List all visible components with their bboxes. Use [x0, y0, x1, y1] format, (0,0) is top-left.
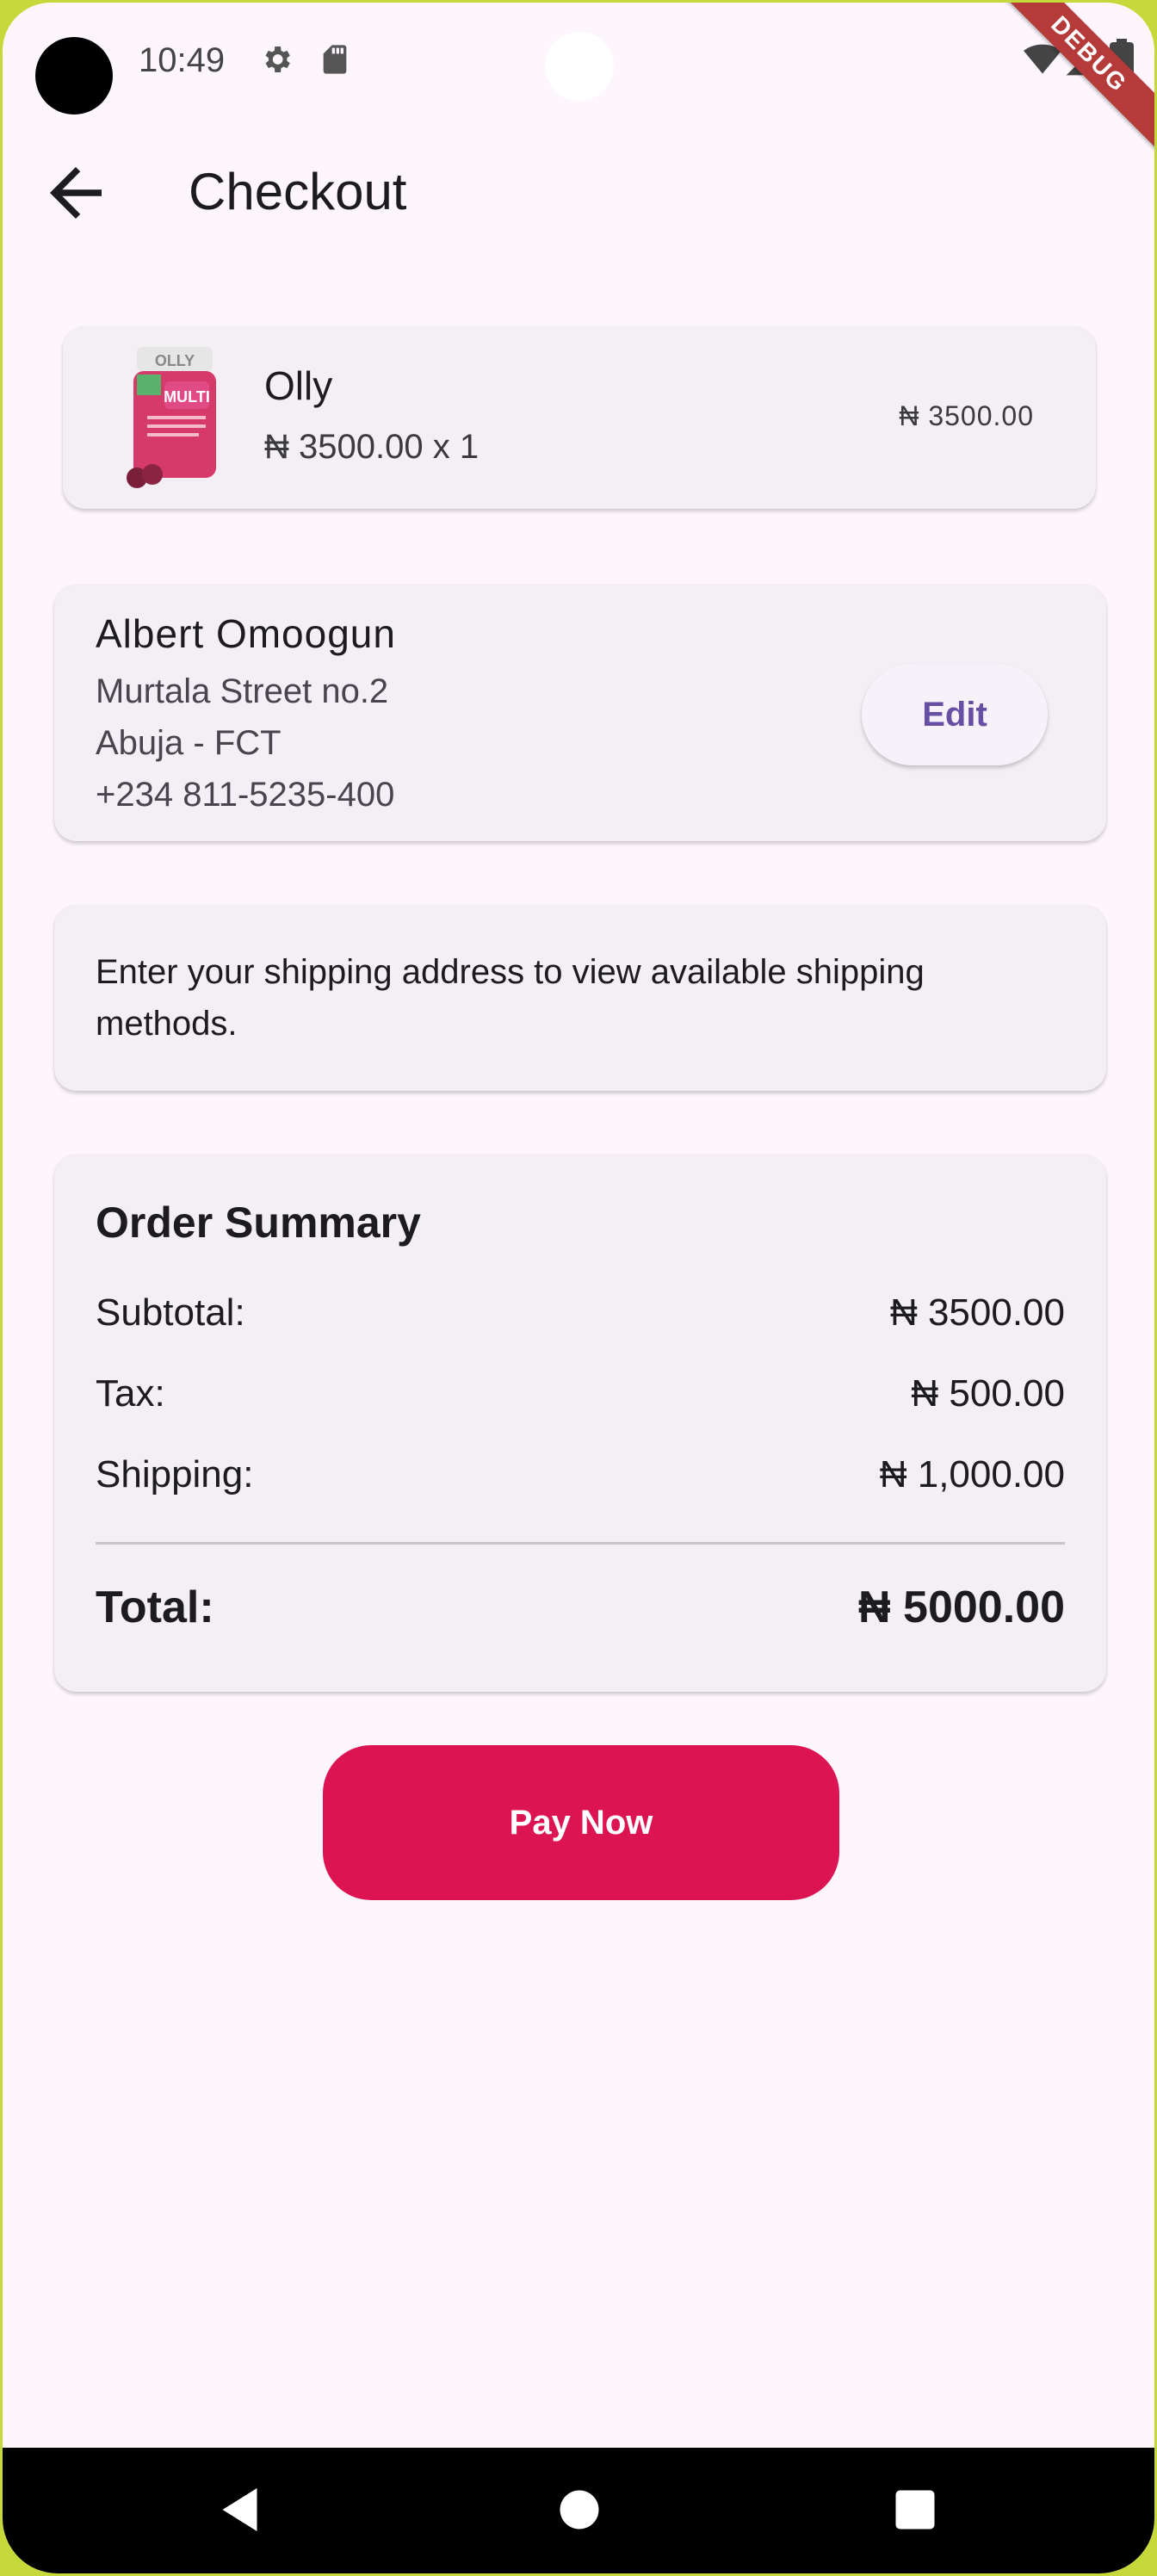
debug-banner: DEBUG: [984, 3, 1154, 159]
subtotal-value: ₦ 3500.00: [889, 1291, 1065, 1334]
address-name: Albert Omoogun: [96, 611, 396, 656]
shipping-row: Shipping: ₦ 1,000.00: [96, 1449, 1065, 1501]
status-time: 10:49: [139, 41, 226, 79]
front-sensor: [545, 32, 614, 101]
edit-address-button[interactable]: Edit: [862, 664, 1048, 765]
total-value: ₦ 5000.00: [858, 1582, 1065, 1632]
tax-value: ₦ 500.00: [911, 1372, 1065, 1415]
phone-screen: 10:49 DEBUG Checkout OLLY MULTI Olly ₦ 3…: [3, 3, 1154, 2573]
product-price-quantity: ₦ 3500.00 x 1: [264, 428, 480, 466]
total-row: Total: ₦ 5000.00: [96, 1582, 1065, 1633]
nav-home-icon[interactable]: [554, 2484, 605, 2536]
nav-recents-icon[interactable]: [889, 2484, 941, 2536]
shipping-methods-message: Enter your shipping address to view avai…: [96, 953, 925, 1043]
shipping-label: Shipping:: [96, 1453, 254, 1495]
cart-item-card[interactable]: OLLY MULTI Olly ₦ 3500.00 x 1 ₦ 3500.00: [63, 326, 1096, 509]
total-label: Total:: [96, 1582, 214, 1632]
sd-card-icon: [323, 45, 347, 74]
subtotal-label: Subtotal:: [96, 1291, 245, 1334]
order-summary-card: Order Summary Subtotal: ₦ 3500.00 Tax: ₦…: [54, 1155, 1106, 1692]
subtotal-row: Subtotal: ₦ 3500.00: [96, 1287, 1065, 1339]
nav-back-icon[interactable]: [216, 2484, 268, 2536]
shipping-address-card: Albert Omoogun Murtala Street no.2 Abuja…: [54, 585, 1106, 841]
svg-text:MULTI: MULTI: [164, 388, 210, 406]
tax-label: Tax:: [96, 1372, 165, 1415]
order-summary-title: Order Summary: [96, 1198, 421, 1247]
product-name: Olly: [264, 363, 333, 408]
address-phone: +234 811-5235-400: [96, 776, 395, 814]
camera-cutout: [35, 37, 113, 115]
settings-icon: [265, 46, 290, 72]
product-image: OLLY MULTI: [127, 347, 216, 488]
svg-text:OLLY: OLLY: [155, 352, 195, 369]
product-line-total: ₦ 3500.00: [899, 400, 1034, 431]
address-street: Murtala Street no.2: [96, 672, 389, 710]
pay-now-button[interactable]: Pay Now: [323, 1745, 839, 1900]
arrow-back-icon[interactable]: [37, 154, 114, 232]
system-navigation-bar: [3, 2448, 1154, 2573]
shipping-value: ₦ 1,000.00: [879, 1453, 1065, 1495]
page-title: Checkout: [189, 163, 407, 220]
shipping-methods-card: Enter your shipping address to view avai…: [54, 905, 1106, 1091]
summary-divider: [96, 1542, 1065, 1545]
tax-row: Tax: ₦ 500.00: [96, 1368, 1065, 1420]
address-city: Abuja - FCT: [96, 724, 282, 762]
